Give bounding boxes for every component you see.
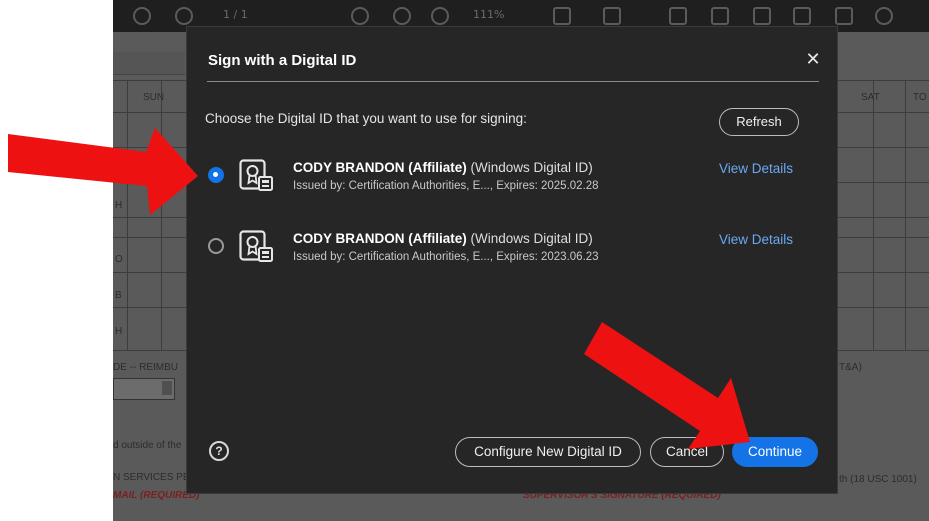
red-arrow-annotation xyxy=(584,322,750,449)
annotation-arrows xyxy=(8,128,750,449)
red-arrow-annotation xyxy=(8,128,198,215)
